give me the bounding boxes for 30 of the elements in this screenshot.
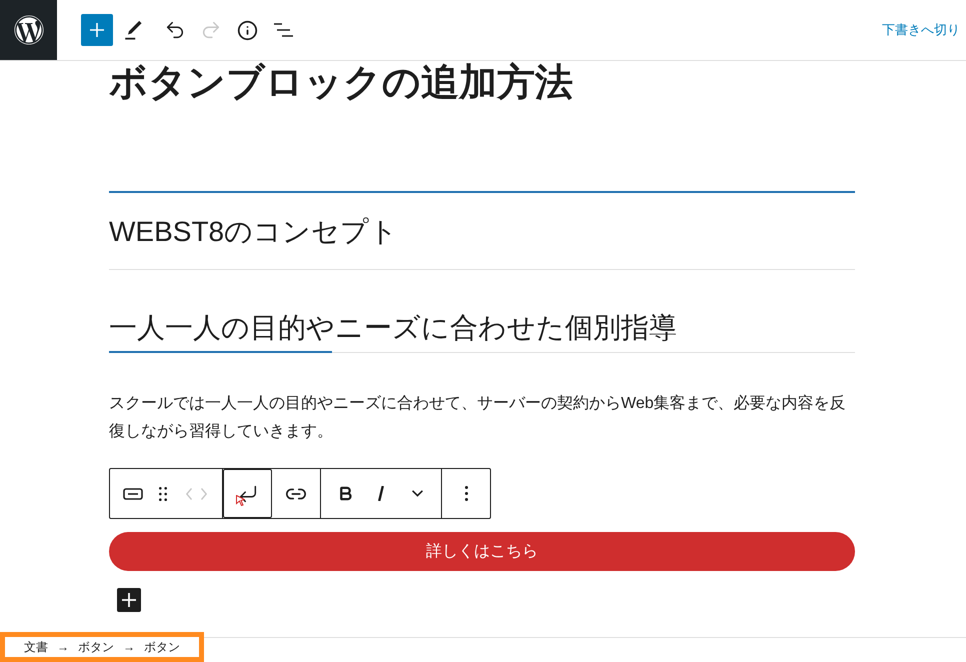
post-title: ボタンブロックの追加方法: [109, 61, 574, 105]
button-block-icon: [123, 488, 143, 500]
italic-icon: [378, 486, 384, 501]
section-heading: 一人一人の目的やニーズに合わせた個別指導: [109, 311, 678, 345]
breadcrumb-item[interactable]: 文書: [24, 640, 48, 654]
site-logo-tile[interactable]: [0, 0, 57, 60]
chevron-left-icon: [186, 488, 192, 500]
switch-to-draft-button[interactable]: 下書きへ切り: [882, 20, 966, 40]
drag-handle-icon: [159, 486, 167, 500]
chevron-down-icon: [412, 490, 422, 497]
details-button[interactable]: 詳しくはこちら: [109, 532, 855, 571]
wordpress-logo-icon: [14, 15, 44, 45]
list-view-icon: [274, 23, 292, 37]
undo-icon: [164, 19, 186, 41]
redo-icon: [200, 19, 222, 41]
chevron-right-icon: [200, 488, 206, 500]
line-break-button[interactable]: [223, 469, 272, 518]
breadcrumb-item[interactable]: ボタン: [144, 640, 180, 654]
plus-icon: [122, 593, 136, 607]
plus-icon: [89, 22, 105, 38]
more-vertical-icon: [464, 486, 468, 501]
paragraph-text: スクールでは一人一人の目的やニーズに合わせて、サーバーの契約からWeb集客まで、必要な内容を反復しながら習得していきます。: [109, 394, 847, 442]
pencil-icon: [123, 20, 143, 40]
info-icon: [236, 20, 258, 40]
pointer-icon: [236, 495, 245, 506]
add-block-button[interactable]: [117, 588, 141, 612]
breadcrumb-separator: →: [57, 640, 69, 654]
breadcrumb-separator: →: [123, 640, 135, 654]
breadcrumb-item[interactable]: ボタン: [78, 640, 114, 654]
section-heading: WEBST8のコンセプト: [109, 215, 400, 249]
